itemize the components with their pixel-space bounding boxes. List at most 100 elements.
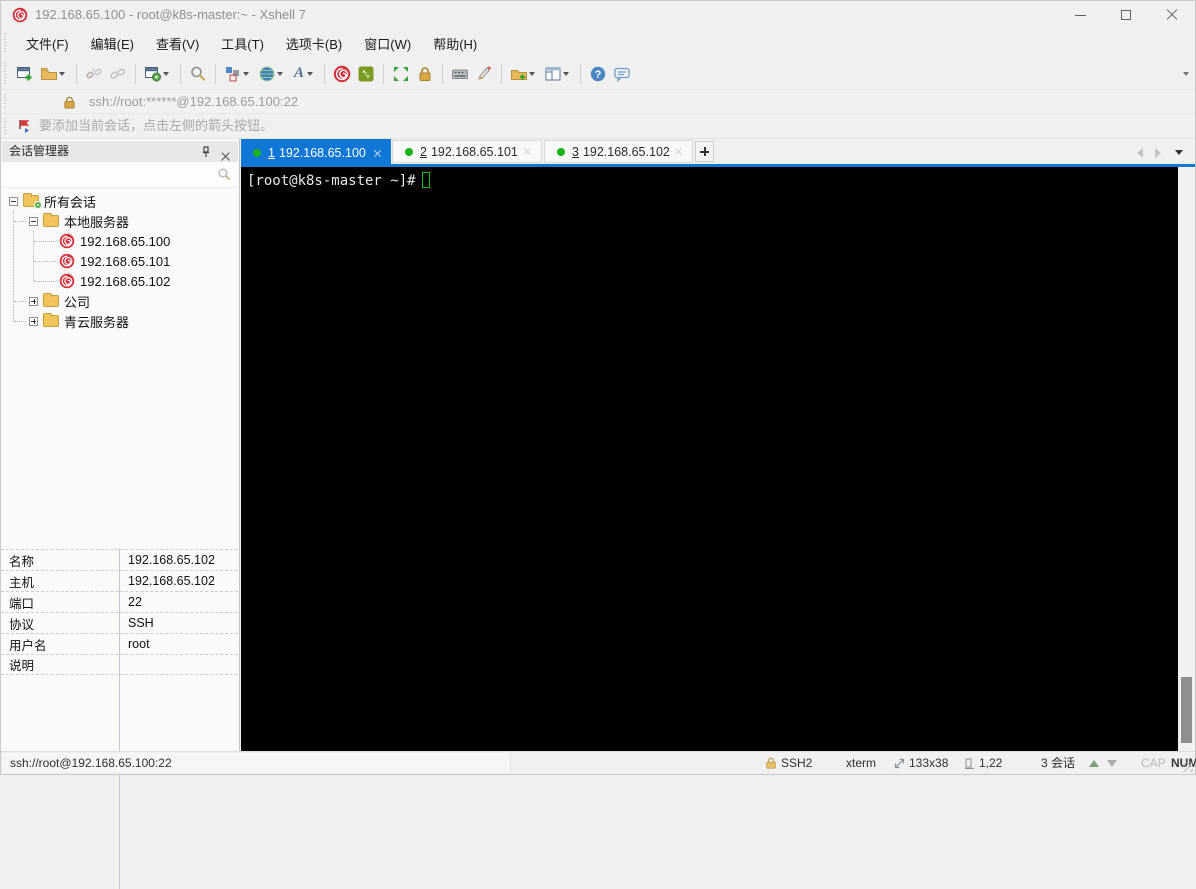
menu-window[interactable]: 窗口(W): [353, 30, 422, 57]
tree-item-all-sessions[interactable]: 所有会话: [9, 191, 96, 211]
minimize-icon: [1074, 14, 1086, 16]
minimize-button[interactable]: [1057, 1, 1103, 29]
tab-bar: 1 192.168.65.100 2 192.168.65.101 3 192.…: [241, 139, 1195, 167]
expand-icon[interactable]: [29, 296, 38, 306]
session-search-box[interactable]: [2, 162, 238, 188]
xshell-icon[interactable]: [330, 62, 354, 86]
terminal-cursor: [421, 172, 430, 188]
disconnect-icon: [82, 62, 106, 86]
tab-label: 192.168.65.100: [278, 146, 366, 160]
folder-icon: [43, 313, 59, 327]
menu-tools[interactable]: 工具(T): [210, 30, 275, 57]
scroll-up-icon[interactable]: [1089, 760, 1099, 767]
property-label: 名称: [9, 554, 35, 569]
encoding-dropdown-icon[interactable]: [277, 71, 283, 76]
pin-icon[interactable]: [201, 146, 211, 158]
tree-item-session[interactable]: 192.168.65.102: [59, 271, 170, 291]
tree-item-label[interactable]: 192.168.65.101: [80, 254, 170, 269]
tree-item-label[interactable]: 192.168.65.100: [80, 234, 170, 249]
find-icon[interactable]: [186, 62, 210, 86]
open-sessions-dropdown-icon[interactable]: [59, 71, 65, 76]
main-area: 会话管理器 所有会话 本地服务器 192.168.65.100 192.168.…: [1, 139, 1195, 889]
menu-file[interactable]: 文件(F): [15, 30, 80, 57]
menu-view[interactable]: 查看(V): [145, 30, 210, 57]
gear-icon: [34, 201, 42, 209]
layout-icon[interactable]: [541, 62, 575, 86]
expand-icon[interactable]: [29, 316, 38, 326]
color-scheme-dropdown-icon[interactable]: [243, 71, 249, 76]
tree-item-session[interactable]: 192.168.65.101: [59, 251, 170, 271]
tab-session-1[interactable]: 1 192.168.65.100: [241, 139, 391, 167]
tab-scroll-right-icon[interactable]: [1155, 148, 1161, 158]
tab-close-icon[interactable]: [523, 147, 532, 156]
folder-icon: [43, 293, 59, 307]
address-lock-icon: [64, 96, 75, 109]
status-protocol[interactable]: SSH2: [781, 752, 812, 774]
address-url[interactable]: ssh://root:******@192.168.65.100:22: [89, 90, 298, 115]
tree-item-label[interactable]: 所有会话: [44, 192, 96, 211]
collapse-icon[interactable]: [9, 196, 18, 206]
tab-session-2[interactable]: 2 192.168.65.101: [392, 140, 542, 163]
tree-item-qingyun[interactable]: 青云服务器: [29, 311, 129, 331]
terminal-scrollbar[interactable]: [1178, 167, 1195, 751]
feedback-icon[interactable]: [610, 62, 634, 86]
tab-number: 3: [572, 144, 579, 159]
new-folder-icon[interactable]: [507, 62, 541, 86]
scrollbar-thumb[interactable]: [1181, 677, 1192, 743]
property-label: 用户名: [9, 638, 47, 653]
tree-item-label[interactable]: 192.168.65.102: [80, 274, 170, 289]
new-tab-button[interactable]: [695, 141, 714, 162]
close-button[interactable]: [1149, 1, 1195, 29]
session-properties-icon[interactable]: [141, 62, 175, 86]
status-session-count[interactable]: 3 会话: [1041, 752, 1075, 774]
xshell-session-icon: [59, 233, 75, 249]
tree-guide: [34, 241, 56, 242]
help-icon[interactable]: ?: [586, 62, 610, 86]
resize-grip[interactable]: [1183, 762, 1193, 772]
tree-item-local-servers[interactable]: 本地服务器: [29, 211, 129, 231]
scroll-down-icon[interactable]: [1107, 760, 1117, 767]
tree-item-label[interactable]: 公司: [64, 292, 90, 311]
screen-size-icon: [894, 758, 905, 769]
tab-close-icon[interactable]: [373, 149, 382, 158]
collapse-icon[interactable]: [29, 216, 38, 226]
compose-pen-icon[interactable]: [472, 62, 496, 86]
tree-item-company[interactable]: 公司: [29, 291, 90, 311]
status-cursor-position[interactable]: 1,22: [979, 752, 1002, 774]
menu-tabs[interactable]: 选项卡(B): [275, 30, 353, 57]
fullscreen-icon[interactable]: [389, 62, 413, 86]
font-dropdown-icon[interactable]: [307, 71, 314, 76]
status-screen-size[interactable]: 133x38: [909, 752, 948, 774]
search-icon: [218, 168, 230, 180]
maximize-button[interactable]: [1103, 1, 1149, 29]
open-sessions-icon[interactable]: [37, 62, 71, 86]
new-session-icon[interactable]: [13, 62, 37, 86]
menu-help[interactable]: 帮助(H): [422, 30, 488, 57]
property-value: 22: [128, 595, 142, 609]
tab-number: 2: [420, 144, 427, 159]
font-icon[interactable]: A: [289, 62, 319, 86]
toolbar-separator: [135, 63, 136, 84]
tab-close-icon[interactable]: [674, 147, 683, 156]
tree-item-label[interactable]: 本地服务器: [64, 212, 129, 231]
tree-item-session[interactable]: 192.168.65.100: [59, 231, 170, 251]
tab-scroll-left-icon[interactable]: [1137, 148, 1143, 158]
tab-session-3[interactable]: 3 192.168.65.102: [544, 140, 693, 163]
encoding-globe-icon[interactable]: [255, 62, 289, 86]
session-properties-dropdown-icon[interactable]: [163, 71, 169, 76]
toolbar-overflow-icon[interactable]: [1183, 72, 1189, 76]
menu-edit[interactable]: 编辑(E): [80, 30, 145, 57]
terminal-screen[interactable]: [root@k8s-master ~]#: [241, 167, 1178, 751]
xftp-icon[interactable]: [354, 62, 378, 86]
status-terminal-type[interactable]: xterm: [846, 752, 876, 774]
virtual-keyboard-icon[interactable]: [448, 62, 472, 86]
new-folder-dropdown-icon[interactable]: [529, 71, 536, 76]
layout-dropdown-icon[interactable]: [563, 71, 570, 76]
reconnect-icon: [106, 62, 130, 86]
lock-screen-icon[interactable]: [413, 62, 437, 86]
color-scheme-icon[interactable]: [221, 62, 255, 86]
tab-list-dropdown-icon[interactable]: [1175, 150, 1183, 155]
address-bar[interactable]: ssh://root:******@192.168.65.100:22: [1, 89, 1195, 114]
notice-flag-icon: [19, 120, 30, 133]
tree-item-label[interactable]: 青云服务器: [64, 312, 129, 331]
